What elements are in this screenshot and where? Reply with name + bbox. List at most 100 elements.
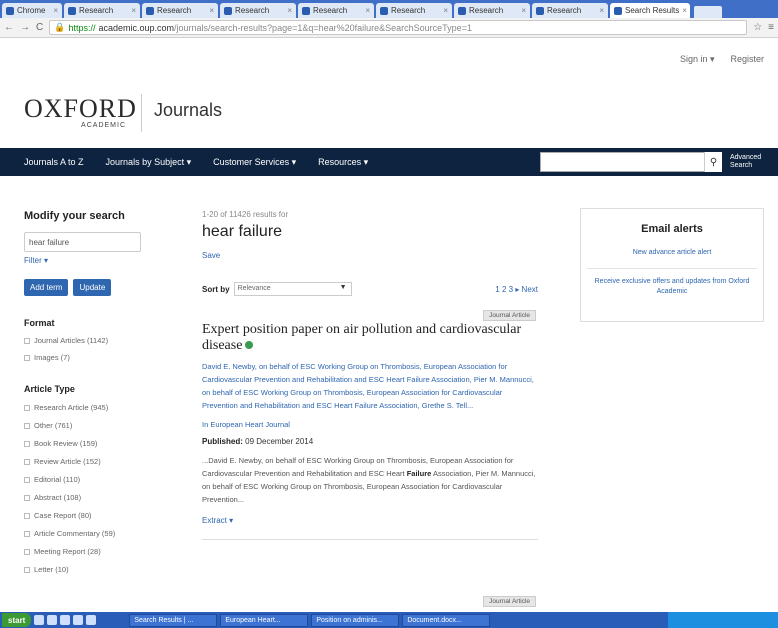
facet-checkbox[interactable]: Book Review (159) (24, 439, 148, 448)
facet-checkbox[interactable]: Research Article (945) (24, 403, 148, 412)
browser-tab[interactable]: Research × (142, 3, 218, 18)
result-published: Published: 09 December 2014 (202, 437, 314, 446)
add-term-button[interactable]: Add term (24, 279, 69, 296)
favicon-icon (6, 6, 14, 15)
close-tab-icon[interactable]: × (284, 6, 292, 15)
browser-tab[interactable]: Research × (220, 3, 296, 18)
article-type-heading: Article Type (24, 384, 75, 394)
save-search-link[interactable]: Save (202, 251, 538, 260)
facet-checkbox[interactable]: Article Commentary (59) (24, 529, 148, 538)
nav-resources[interactable]: Resources ▾ (318, 157, 368, 168)
taskbar-task[interactable]: Search Results | ... (129, 613, 218, 627)
reload-icon[interactable]: C (36, 22, 43, 33)
new-tab-button[interactable] (694, 6, 722, 18)
facet-checkbox[interactable]: Images (7) (24, 353, 148, 362)
quicklaunch-icon[interactable] (86, 615, 97, 625)
browser-tab[interactable]: Research × (298, 3, 374, 18)
close-tab-icon[interactable]: × (518, 6, 526, 15)
update-button[interactable]: Update (73, 279, 112, 296)
quicklaunch-icon[interactable] (60, 615, 71, 625)
browser-tab[interactable]: Chrome × (2, 3, 62, 18)
sign-in-link[interactable]: Sign in ▾ (680, 54, 715, 65)
exclusive-offers-link[interactable]: Receive exclusive offers and updates fro… (581, 277, 763, 297)
favicon-icon (302, 6, 310, 15)
close-tab-icon[interactable]: × (50, 6, 58, 15)
close-tab-icon[interactable]: × (128, 6, 136, 15)
taskbar-task[interactable]: Position on adminis... (311, 613, 400, 627)
checkbox-icon[interactable] (24, 404, 30, 411)
address-bar[interactable]: 🔒 https:// academic.oup.com /journals/se… (49, 20, 748, 35)
filter-dropdown[interactable]: Filter ▾ (24, 256, 148, 265)
sort-label: Sort by (202, 284, 230, 294)
facet-checkbox[interactable]: Review Article (152) (24, 457, 148, 466)
advanced-search-link[interactable]: Advanced Search (730, 154, 766, 170)
close-tab-icon[interactable]: × (679, 6, 687, 15)
favicon-icon (614, 6, 622, 15)
search-term-input[interactable]: hear failure (24, 232, 141, 252)
system-tray (668, 612, 778, 628)
search-icon[interactable]: ⚲ (704, 152, 722, 172)
checkbox-icon[interactable] (24, 422, 30, 429)
nav-customer-services[interactable]: Customer Services ▾ (213, 157, 296, 168)
url-host: academic.oup.com (98, 22, 175, 33)
quicklaunch-icon[interactable] (34, 615, 45, 625)
back-icon[interactable]: ← (4, 22, 14, 33)
close-tab-icon[interactable]: × (206, 6, 214, 15)
browser-tab[interactable]: Research × (532, 3, 608, 18)
oxford-academic-logo[interactable]: OXFORD ACADEMIC (24, 96, 136, 130)
close-tab-icon[interactable]: × (440, 6, 448, 15)
browser-tab-strip: Chrome × Research × Research × Research × Re… (0, 0, 778, 18)
site-section-title[interactable]: Journals (154, 100, 222, 121)
email-alerts-title: Email alerts (641, 223, 703, 235)
browser-tab[interactable]: Research × (376, 3, 452, 18)
result-authors[interactable]: David E. Newby, on behalf of ESC Working… (202, 360, 538, 412)
url-scheme: https:// (68, 22, 96, 33)
sort-select[interactable]: Relevance ▼ (233, 282, 352, 296)
sort-bar: Sort by Relevance ▼ 1 2 3 ▸ Next (202, 280, 538, 298)
checkbox-icon[interactable] (24, 476, 30, 483)
taskbar-task[interactable]: Document.docx... (402, 613, 491, 627)
facet-checkbox[interactable]: Letter (10) (24, 565, 148, 574)
browser-toolbar: ← → C 🔒 https:// academic.oup.com /journ… (0, 18, 778, 38)
bookmark-star-icon[interactable]: ☆ (753, 22, 762, 33)
caret-down-icon: ▼ (339, 284, 347, 291)
browser-tab-active[interactable]: Search Results × (610, 3, 690, 18)
register-link[interactable]: Register (730, 54, 764, 65)
nav-journals-a-z[interactable]: Journals A to Z (24, 157, 84, 167)
facet-checkbox[interactable]: Other (761) (24, 421, 148, 430)
browser-tab[interactable]: Research × (64, 3, 140, 18)
checkbox-icon[interactable] (24, 458, 30, 465)
facet-checkbox[interactable]: Abstract (108) (24, 493, 148, 502)
new-article-alert-link[interactable]: New advance article alert (581, 249, 763, 256)
content-type-badge: Journal Article (483, 596, 536, 607)
start-button[interactable]: start (2, 613, 32, 627)
taskbar-task[interactable]: European Heart... (220, 613, 309, 627)
forward-icon[interactable]: → (20, 22, 30, 33)
checkbox-icon[interactable] (24, 440, 30, 447)
quicklaunch-icon[interactable] (47, 615, 58, 625)
nav-journals-by-subject[interactable]: Journals by Subject ▾ (106, 157, 192, 168)
close-tab-icon[interactable]: × (596, 6, 604, 15)
menu-icon[interactable]: ≡ (768, 22, 774, 33)
facet-checkbox[interactable]: Journal Articles (1142) (24, 336, 148, 345)
checkbox-icon[interactable] (24, 337, 30, 344)
result-title[interactable]: Expert position paper on air pollution a… (202, 322, 538, 354)
quicklaunch-icon[interactable] (73, 615, 84, 625)
checkbox-icon[interactable] (24, 566, 30, 573)
browser-tab[interactable]: Research × (454, 3, 530, 18)
facet-checkbox[interactable]: Meeting Report (28) (24, 547, 148, 556)
checkbox-icon[interactable] (24, 530, 30, 537)
format-heading: Format (24, 318, 55, 328)
checkbox-icon[interactable] (24, 354, 30, 361)
alerts-divider (587, 268, 757, 269)
checkbox-icon[interactable] (24, 512, 30, 519)
checkbox-icon[interactable] (24, 548, 30, 555)
close-tab-icon[interactable]: × (362, 6, 370, 15)
extract-toggle[interactable]: Extract ▾ (202, 516, 538, 525)
checkbox-icon[interactable] (24, 494, 30, 501)
pagination[interactable]: 1 2 3 ▸ Next (495, 285, 538, 294)
facet-checkbox[interactable]: Case Report (80) (24, 511, 148, 520)
facet-checkbox[interactable]: Editorial (110) (24, 475, 148, 484)
result-journal[interactable]: In European Heart Journal (202, 420, 538, 429)
site-search-input[interactable] (540, 152, 722, 172)
